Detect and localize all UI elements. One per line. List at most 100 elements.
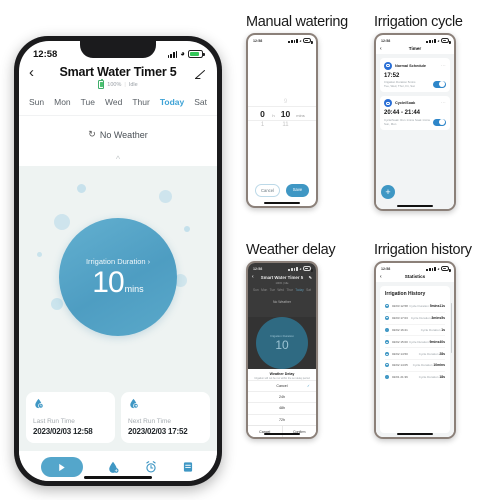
bottom-tab-bar [19,451,217,481]
weather-option-cancel[interactable]: Cancel ✓ [248,379,316,391]
picker-ghost-min-bottom: 11 [282,122,289,129]
weather-confirm-button[interactable]: Confirm [283,426,317,437]
weekday-sat[interactable]: Sat [194,97,207,107]
weekday-selector[interactable]: Sun Mon Tue Wed Thur Today Sat [19,94,217,115]
picker-selected-row[interactable]: 0 h 10 mins [248,106,316,122]
weather-sheet-title: Weather Delay [269,371,295,376]
next-run-value: 2023/02/03 17:52 [128,427,188,436]
schedule-name: Cycle/Soak [395,101,416,106]
table-row[interactable]: 02/02 16:21 Cycle Duration 1s [385,325,445,337]
tab-timer-alarm-icon[interactable] [144,460,158,474]
history-bullet-icon [385,316,389,321]
table-row[interactable]: 02/02 14:05 Cycle Duration 10mins [385,360,445,372]
tab-play-button[interactable] [40,457,83,477]
schedule-card-cycle-soak[interactable]: Cycle/Soak ··· 20:44 - 21:44 Cycle/Soak:… [380,95,450,130]
last-run-time-card[interactable]: Last Run Time 2023/02/03 12:58 [26,392,115,443]
weather-row[interactable]: ↻ No Weather [19,115,217,156]
weather-bg-dial: Irrigation Duration 10 [256,316,308,369]
weekday-mon[interactable]: Mon [54,97,71,107]
weekday-tue[interactable]: Tue [81,97,95,107]
wifi-icon: ◕ [299,38,302,43]
table-row[interactable]: 02/03 17:03 Cycle Duration 3mins5s [385,313,445,325]
weather-option-24h[interactable]: 24h [248,390,316,402]
weather-status-time: 12:58 [253,266,263,271]
weather-bg-title: Smart Water Timer 5 [260,275,304,280]
history-phone-screen: 12:58 ◕ ‹ Statistics Irrigation History … [376,263,454,437]
weekday-sun[interactable]: Sun [29,97,44,107]
schedule-time: 17:52 [384,72,400,79]
schedule-toggle[interactable] [433,118,446,126]
weather-phone-mockup: 12:58 ◕ ‹ Smart Water Timer 5 ✎ 100% | I… [246,261,318,439]
dial-label: Irrigation Duration [85,256,146,266]
manual-save-button[interactable]: Save [286,183,309,197]
tab-history-list-icon[interactable] [181,460,195,474]
phone-notch [80,41,156,58]
history-duration: Cycle Duration 5mins11s [409,304,445,309]
irrigation-duration-dial[interactable]: Irrigation Duration › 10 mins [59,218,177,336]
wifi-icon: ◕ [180,49,185,58]
weekday-thur[interactable]: Thur [132,97,149,107]
schedule-more-icon[interactable]: ··· [441,63,446,68]
schedule-card-normal[interactable]: Normal Schedule ··· 17:52 Irrigation Dur… [380,58,450,92]
duration-picker[interactable]: 9 0 h 10 mins 1 11 [248,99,316,128]
picker-minute-unit: mins [296,112,305,118]
history-bullet-icon [385,304,389,309]
schedule-more-icon[interactable]: ··· [441,100,446,105]
normal-schedule-icon [384,61,392,70]
weather-dimmed-background: ‹ Smart Water Timer 5 ✎ 100% | Idle Sun … [248,272,316,317]
history-date: 02/02 14:50 [392,351,408,356]
manual-cancel-button[interactable]: Cancel [255,183,280,197]
history-phone-mockup: 12:58 ◕ ‹ Statistics Irrigation History … [374,261,456,439]
weather-option-48h[interactable]: 48h [248,402,316,413]
weather-option-72h[interactable]: 72h [248,413,316,425]
picker-minute-value: 10 [280,108,291,119]
panel-manual-title: Manual watering [246,14,348,30]
weekday-wed[interactable]: Wed [105,97,122,107]
battery-percent: 100% [107,81,122,88]
decor-bubble [54,214,70,230]
decor-bubble [51,298,63,310]
edit-pencil-icon: ✎ [308,275,312,280]
schedule-name: Normal Schedule [395,63,427,68]
weekday-today[interactable]: Today [160,97,184,107]
duration-picker-wrap: 9 0 h 10 mins 1 11 [248,44,316,184]
dial-value-row: 10 mins [92,267,143,298]
cycle-status-icons: ◕ [426,38,451,44]
page-title: Smart Water Timer 5 [59,65,177,79]
history-bullet-icon [385,363,389,368]
weekday-thur: Thur [286,287,293,292]
back-button[interactable]: ‹ [380,46,382,52]
pull-handle[interactable]: ^ [19,155,217,166]
next-run-time-card[interactable]: Next Run Time 2023/02/03 17:52 [121,392,210,443]
panel-weather-delay: Weather delay 12:58 ◕ ‹ Smart Water Time… [246,242,336,439]
edit-pencil-icon[interactable] [194,68,206,80]
table-row[interactable]: 02/01 21:36 Cycle Duration 18s [385,372,445,383]
weather-cancel-button[interactable]: Cancel [248,426,283,437]
refresh-icon[interactable]: ↻ [88,129,96,140]
device-battery-icon [98,79,105,89]
schedule-card-header: Cycle/Soak ··· [384,99,446,108]
back-button[interactable]: ‹ [29,65,34,80]
history-date: 02/03 17:03 [392,316,408,321]
picker-ghost-hour-bottom: 1 [260,122,265,129]
schedule-card-header: Normal Schedule ··· [384,61,446,70]
history-nav-bar: ‹ Statistics [376,272,454,282]
history-status-bar: 12:58 ◕ [376,263,454,272]
history-duration: Cycle Duration 9mins40s [409,339,445,344]
cellular-signal-icon [167,50,178,58]
add-schedule-button[interactable]: + [381,185,395,199]
weather-bg-nav: ‹ Smart Water Timer 5 ✎ [248,272,316,281]
tab-manual-watering-icon[interactable] [106,460,120,474]
scrollbar[interactable] [450,303,452,353]
wifi-icon: ◕ [437,266,440,271]
table-row[interactable]: 02/03 12:58 Cycle Duration 5mins11s [385,301,445,313]
panel-cycle-title: Irrigation cycle [374,14,463,30]
table-row[interactable]: 02/02 14:50 Cycle Duration 28s [385,348,445,360]
check-icon: ✓ [306,383,310,388]
subtitle-divider: | [124,81,126,88]
schedule-toggle[interactable] [433,80,446,88]
wifi-icon: ◕ [437,38,440,43]
back-button[interactable]: ‹ [380,274,382,280]
table-row[interactable]: 02/02 15:00 Cycle Duration 9mins40s [385,336,445,349]
manual-status-bar: 12:58 ◕ [248,35,316,44]
